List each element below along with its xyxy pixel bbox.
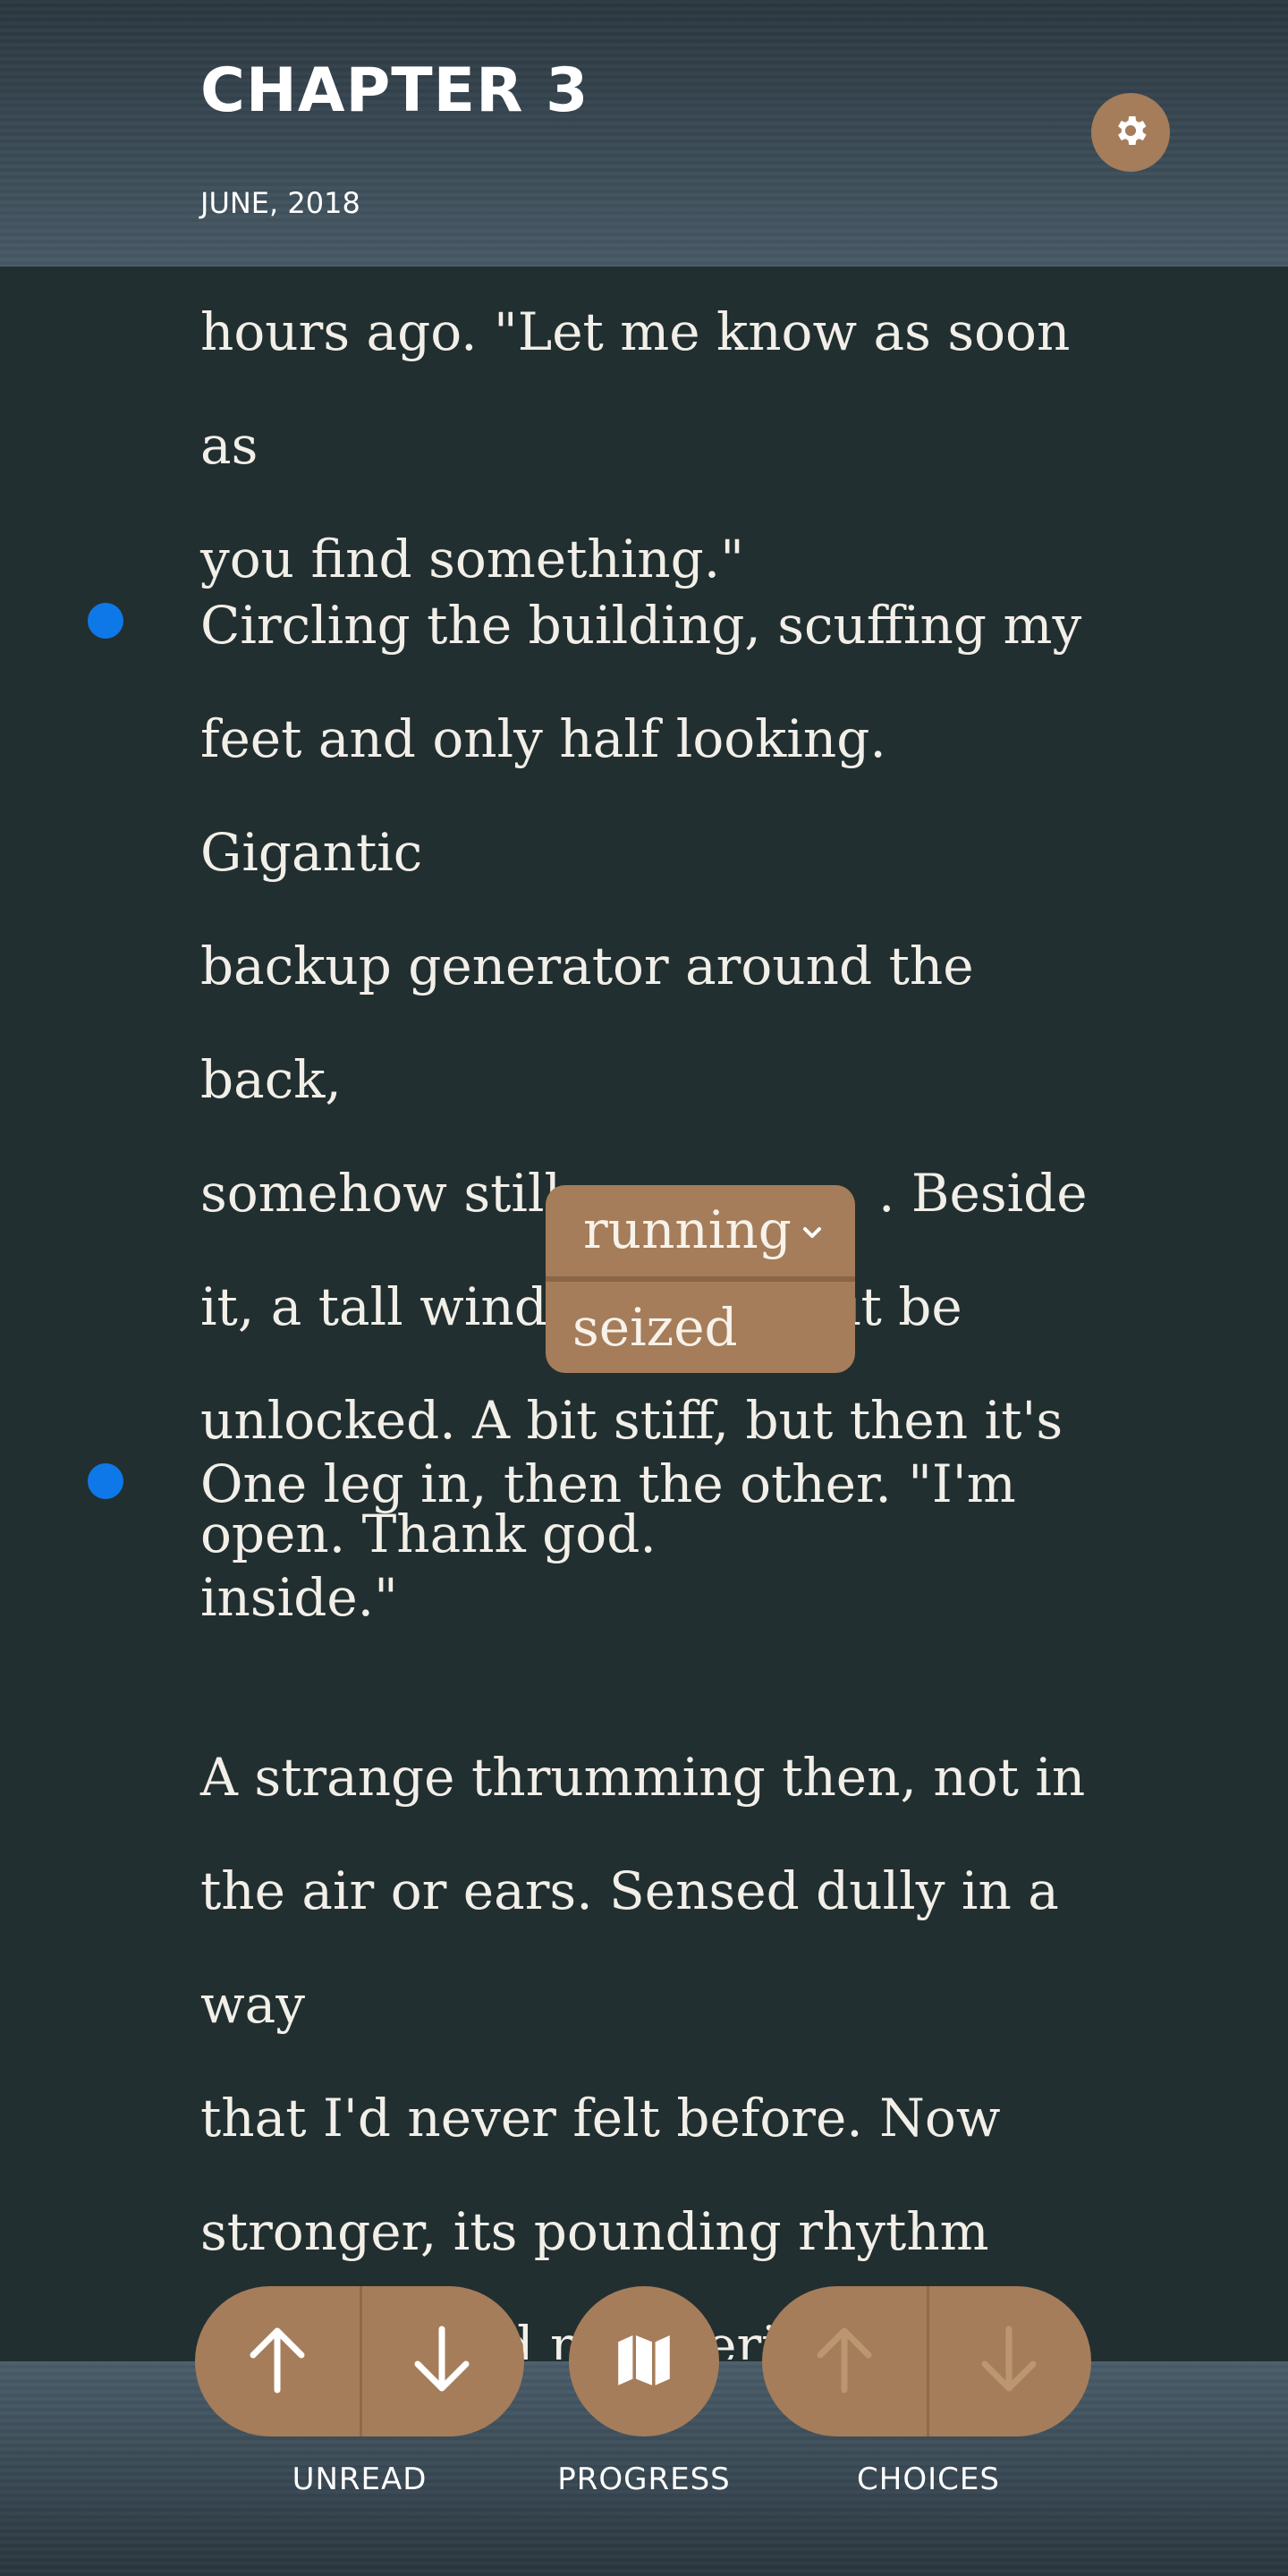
story-line: One leg in, then the other. "I'm — [200, 1453, 1016, 1514]
choices-label: CHOICES — [857, 2462, 1000, 2497]
story-paragraph: A strange thrumming then, not in the air… — [200, 1721, 1095, 2360]
choices-prev-button[interactable] — [762, 2286, 927, 2436]
arrow-down-icon — [411, 2324, 473, 2399]
choice-option-label: seized — [572, 1297, 738, 1358]
choices-nav — [762, 2286, 1091, 2436]
arrow-up-icon — [246, 2324, 309, 2399]
map-icon — [612, 2327, 676, 2395]
unread-marker — [88, 603, 123, 639]
unread-marker — [88, 1463, 123, 1499]
story-line: hours ago. "Let me know as soon as — [200, 301, 1071, 476]
story-text: somehow still — [200, 1163, 562, 1224]
story-line: stronger, its pounding rhythm — [200, 2201, 989, 2262]
unread-next-button[interactable] — [360, 2286, 524, 2436]
story-text: it be — [844, 1276, 962, 1337]
story-line: backup generator around the back, — [200, 936, 974, 1110]
gear-icon — [1111, 111, 1150, 154]
story-paragraph: One leg in, then the other. "I'm inside.… — [200, 1428, 1095, 1655]
choice-option[interactable]: seized — [546, 1282, 855, 1373]
chapter-title: CHAPTER 3 — [200, 55, 589, 126]
chevron-down-icon — [800, 1224, 825, 1241]
chapter-header: CHAPTER 3 JUNE, 2018 — [0, 0, 1288, 267]
story-line: A strange thrumming then, not in — [200, 1747, 1086, 1808]
progress-button[interactable] — [569, 2286, 719, 2436]
story-text: . Beside — [878, 1163, 1088, 1224]
story-text: it, a tall windo — [200, 1276, 579, 1337]
unread-label: UNREAD — [292, 2462, 428, 2497]
nav-separator — [927, 2286, 929, 2436]
story-paragraph: hours ago. "Let me know as soon as you f… — [200, 275, 1095, 616]
arrow-down-icon — [978, 2324, 1040, 2399]
story-line: Circling the building, scuffing my — [200, 595, 1082, 656]
arrow-up-icon — [813, 2324, 876, 2399]
unread-nav — [195, 2286, 524, 2436]
chapter-date: JUNE, 2018 — [200, 186, 360, 220]
story-content: hours ago. "Let me know as soon as you f… — [0, 267, 1288, 2360]
choices-next-button[interactable] — [927, 2286, 1091, 2436]
choice-dropdown[interactable]: running seized — [546, 1185, 855, 1373]
story-line: feet and only half looking. Gigantic — [200, 708, 886, 883]
story-line: that I'd never felt before. Now — [200, 2088, 1001, 2148]
choice-selected[interactable]: running — [546, 1185, 855, 1275]
story-line: the air or ears. Sensed dully in a way — [200, 1860, 1059, 2035]
story-line: inside." — [200, 1567, 398, 1628]
settings-button[interactable] — [1091, 93, 1170, 172]
progress-label: PROGRESS — [557, 2462, 731, 2497]
nav-separator — [360, 2286, 362, 2436]
unread-prev-button[interactable] — [195, 2286, 360, 2436]
choice-selected-label: running — [583, 1199, 792, 1260]
